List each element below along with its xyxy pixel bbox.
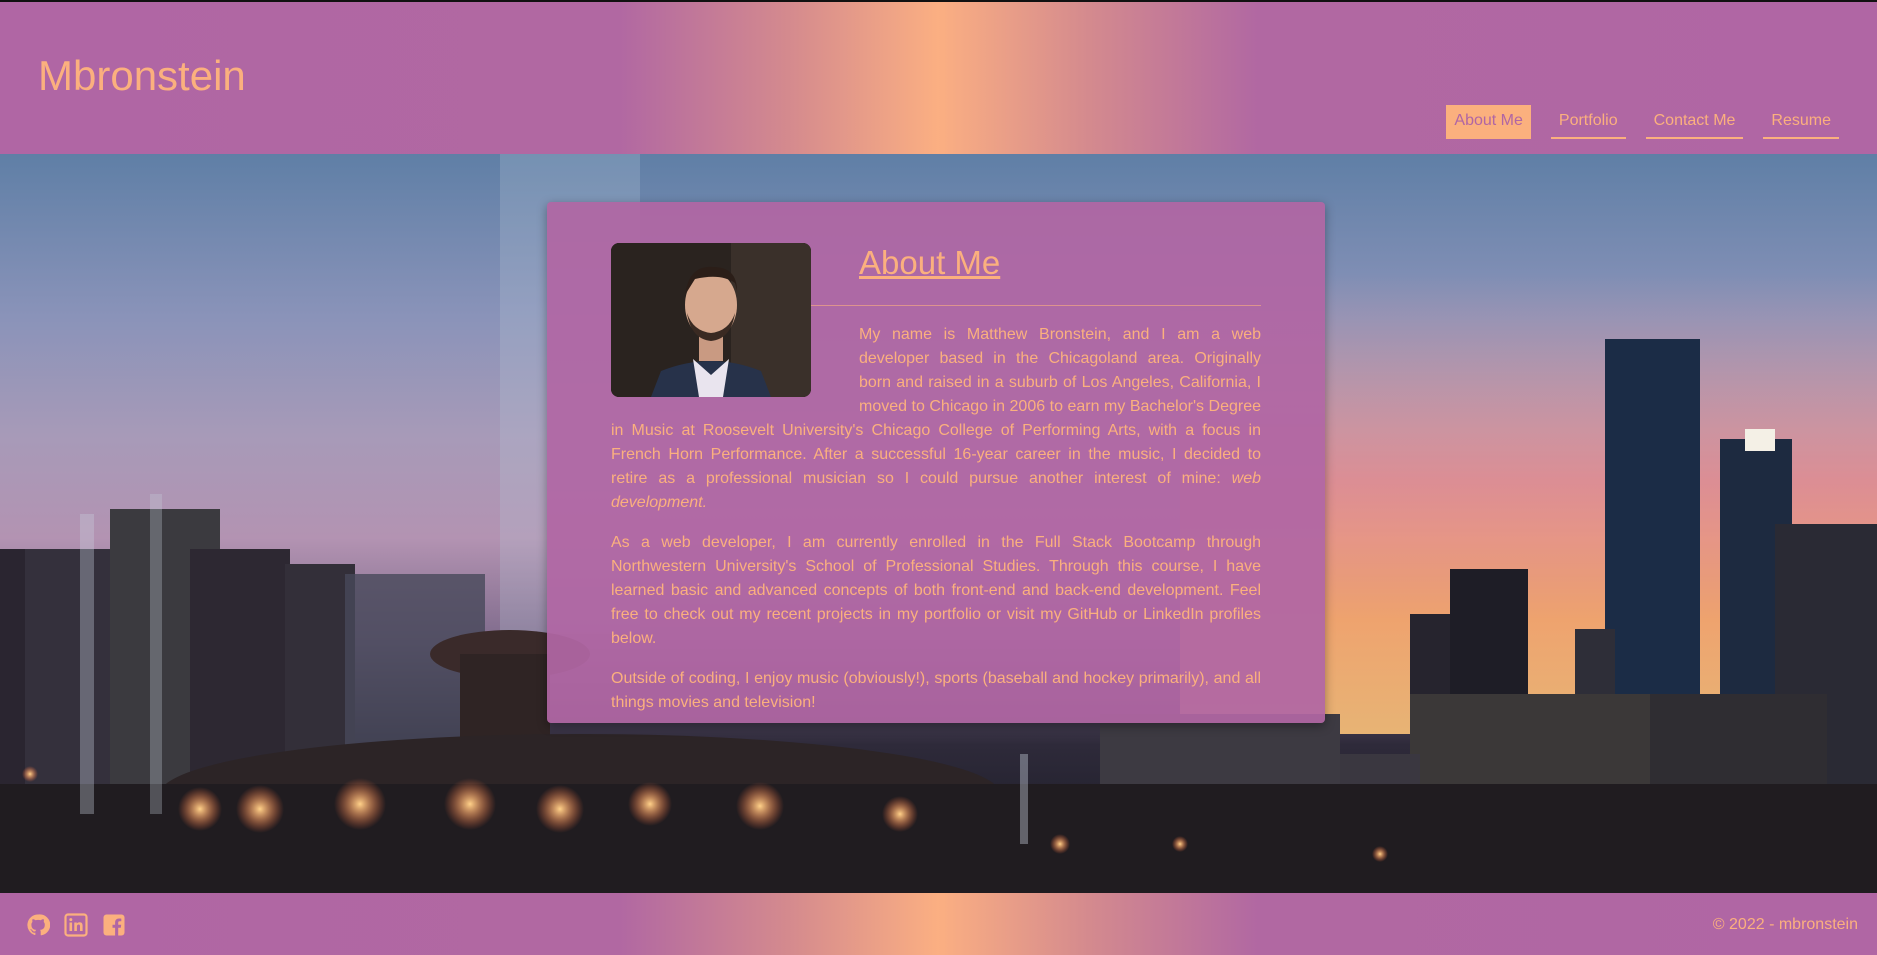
social-links xyxy=(26,913,126,937)
copyright-text: © 2022 - mbronstein xyxy=(1712,916,1858,933)
about-me-card: About Me My name is Matthew Bronstein, a… xyxy=(547,202,1325,723)
site-footer: © 2022 - mbronstein xyxy=(0,893,1877,955)
main-nav: About Me Portfolio Contact Me Resume xyxy=(1446,105,1839,139)
nav-contact-me[interactable]: Contact Me xyxy=(1645,105,1744,139)
nav-about-me[interactable]: About Me xyxy=(1446,105,1531,139)
github-icon[interactable] xyxy=(26,913,50,937)
profile-photo-illustration xyxy=(611,243,811,397)
nav-portfolio[interactable]: Portfolio xyxy=(1550,105,1626,139)
facebook-icon[interactable] xyxy=(102,913,126,937)
about-paragraph-2: As a web developer, I am currently enrol… xyxy=(611,534,1261,647)
profile-photo xyxy=(611,243,811,397)
linkedin-icon[interactable] xyxy=(64,913,88,937)
about-paragraph-3: Outside of coding, I enjoy music (obviou… xyxy=(611,670,1261,711)
site-header: Mbronstein About Me Portfolio Contact Me… xyxy=(0,0,1877,154)
site-title[interactable]: Mbronstein xyxy=(38,52,246,100)
nav-resume[interactable]: Resume xyxy=(1763,105,1839,139)
